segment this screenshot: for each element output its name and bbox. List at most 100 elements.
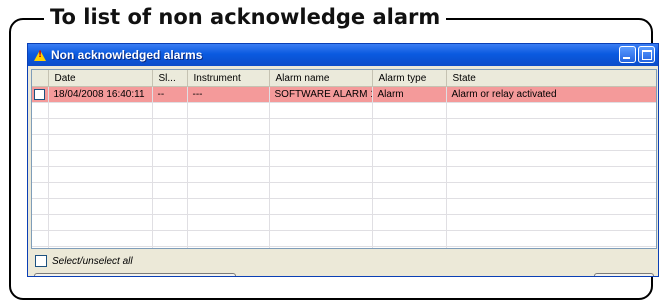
warning-icon	[34, 49, 46, 61]
empty-cell	[32, 198, 49, 215]
empty-cell	[152, 246, 188, 248]
empty-cell	[269, 118, 373, 135]
empty-row	[32, 182, 656, 199]
empty-cell	[372, 134, 447, 151]
window-titlebar[interactable]: Non acknowledged alarms	[28, 44, 658, 66]
empty-row	[32, 134, 656, 151]
empty-cell	[269, 230, 373, 247]
empty-cell	[32, 182, 49, 199]
table-row[interactable]: 18/04/2008 16:40:11 -- --- SOFTWARE ALAR…	[32, 86, 656, 103]
empty-cell	[32, 118, 49, 135]
empty-cell	[32, 246, 49, 248]
cell-instrument: ---	[187, 86, 270, 103]
empty-cell	[32, 230, 49, 247]
select-all-row[interactable]: Select/unselect all	[31, 250, 133, 272]
column-header-alarm-name[interactable]: Alarm name	[269, 70, 373, 87]
empty-row	[32, 102, 656, 119]
column-header-alarm-type[interactable]: Alarm type	[372, 70, 447, 87]
empty-cell	[446, 166, 656, 183]
empty-cell	[48, 182, 153, 199]
empty-cell	[446, 230, 656, 247]
empty-row	[32, 214, 656, 231]
cell-date: 18/04/2008 16:40:11	[48, 86, 153, 103]
empty-cell	[48, 214, 153, 231]
empty-cell	[32, 134, 49, 151]
cell-alarm-name: SOFTWARE ALARM 1	[269, 86, 373, 103]
empty-row	[32, 230, 656, 247]
empty-cell	[187, 214, 270, 231]
select-all-label: Select/unselect all	[52, 255, 133, 267]
empty-cell	[372, 198, 447, 215]
empty-cell	[446, 214, 656, 231]
column-header-slot[interactable]: Sl...	[152, 70, 188, 87]
column-header-state[interactable]: State	[446, 70, 656, 87]
empty-cell	[372, 166, 447, 183]
empty-cell	[152, 134, 188, 151]
alarms-table: Date Sl... Instrument Alarm name Alarm t…	[31, 69, 657, 249]
empty-cell	[187, 230, 270, 247]
empty-cell	[269, 102, 373, 119]
empty-row	[32, 246, 656, 248]
empty-cell	[269, 134, 373, 151]
empty-cell	[187, 246, 270, 248]
empty-cell	[48, 118, 153, 135]
empty-cell	[48, 198, 153, 215]
cell-state: Alarm or relay activated	[446, 86, 656, 103]
empty-cell	[446, 150, 656, 167]
empty-cell	[48, 134, 153, 151]
empty-cell	[372, 214, 447, 231]
empty-cell	[187, 182, 270, 199]
empty-cell	[48, 230, 153, 247]
minimize-button[interactable]	[619, 46, 636, 63]
empty-cell	[152, 182, 188, 199]
table-header-row: Date Sl... Instrument Alarm name Alarm t…	[32, 70, 656, 87]
empty-cell	[372, 246, 447, 248]
empty-cell	[372, 182, 447, 199]
empty-cell	[152, 230, 188, 247]
select-all-checkbox[interactable]	[35, 255, 47, 267]
empty-cell	[446, 134, 656, 151]
empty-row	[32, 198, 656, 215]
empty-cell	[152, 166, 188, 183]
empty-cell	[372, 102, 447, 119]
empty-cell	[32, 150, 49, 167]
empty-cell	[32, 214, 49, 231]
empty-cell	[48, 246, 153, 248]
empty-cell	[269, 214, 373, 231]
empty-cell	[187, 166, 270, 183]
column-header-checkbox	[32, 70, 49, 87]
callout-title: To list of non acknowledge alarm	[44, 3, 447, 31]
row-checkbox[interactable]	[34, 88, 46, 100]
empty-cell	[269, 198, 373, 215]
empty-cell	[48, 166, 153, 183]
empty-cell	[446, 198, 656, 215]
empty-cell	[152, 118, 188, 135]
empty-cell	[446, 246, 656, 248]
bottom-left-button[interactable]	[34, 273, 236, 276]
empty-row	[32, 118, 656, 135]
empty-cell	[269, 150, 373, 167]
empty-cell	[372, 118, 447, 135]
empty-cell	[187, 134, 270, 151]
empty-cell	[48, 102, 153, 119]
alarms-window: Non acknowledged alarms Date Sl... Instr…	[27, 43, 659, 277]
empty-cell	[152, 198, 188, 215]
empty-cell	[152, 150, 188, 167]
empty-cell	[446, 102, 656, 119]
empty-cell	[48, 150, 153, 167]
column-header-date[interactable]: Date	[48, 70, 153, 87]
column-header-instrument[interactable]: Instrument	[187, 70, 270, 87]
empty-cell	[187, 150, 270, 167]
empty-cell	[446, 118, 656, 135]
maximize-button[interactable]	[638, 46, 655, 63]
window-title: Non acknowledged alarms	[51, 48, 203, 62]
empty-cell	[187, 102, 270, 119]
empty-cell	[152, 102, 188, 119]
empty-cell	[269, 246, 373, 248]
row-checkbox-cell[interactable]	[32, 86, 49, 103]
empty-cell	[187, 198, 270, 215]
bottom-right-button[interactable]	[594, 273, 654, 276]
empty-cell	[446, 182, 656, 199]
empty-cell	[187, 118, 270, 135]
empty-row	[32, 166, 656, 183]
